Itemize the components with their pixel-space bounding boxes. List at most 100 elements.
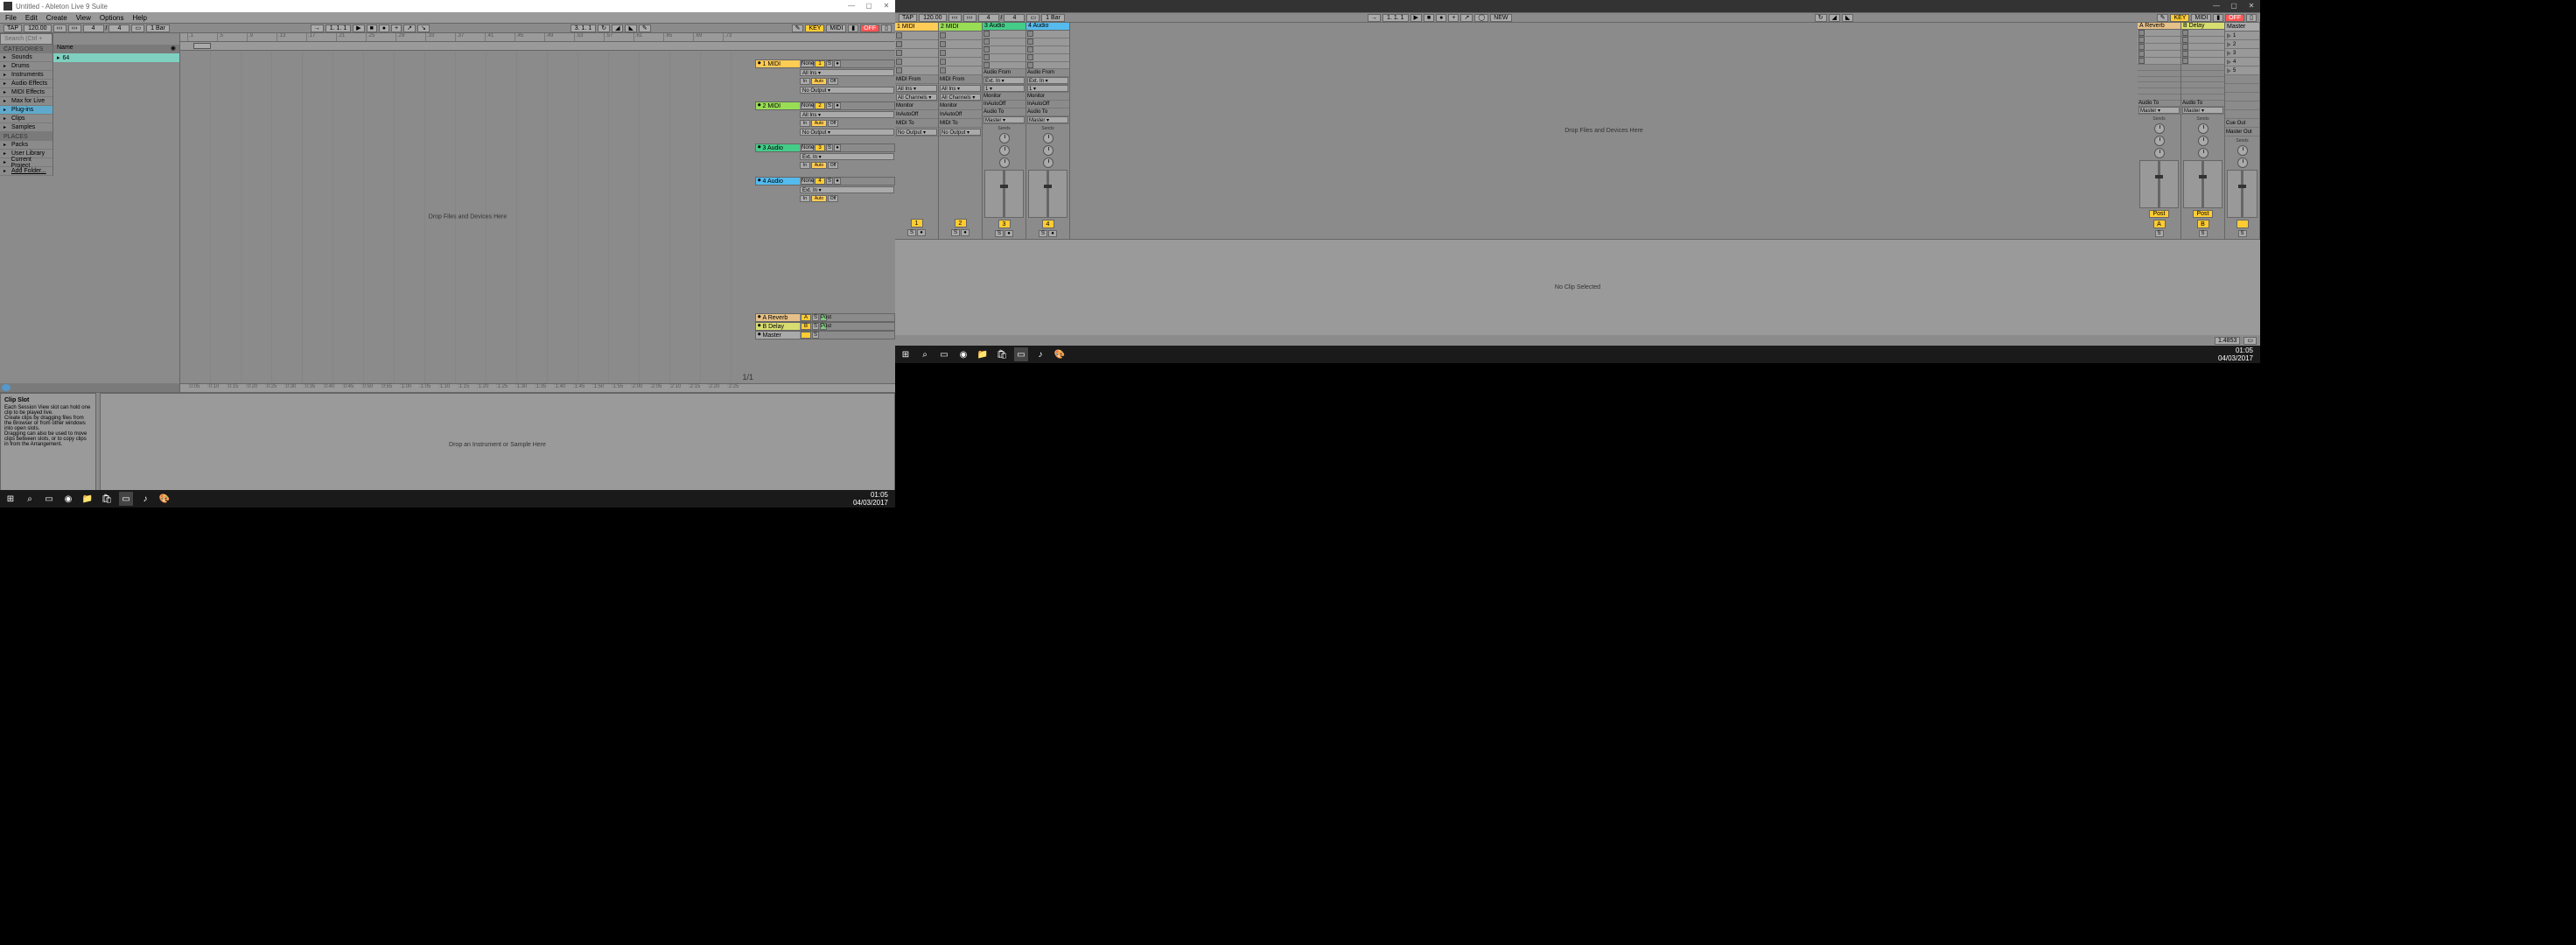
volume-fader[interactable] xyxy=(2183,160,2222,208)
solo-button[interactable]: S xyxy=(826,102,833,109)
pan-knob[interactable] xyxy=(2237,158,2248,168)
menu-view[interactable]: View xyxy=(76,14,91,22)
record-button[interactable]: ● xyxy=(1436,14,1446,22)
track-activator[interactable]: 1 xyxy=(815,60,825,67)
solo-button[interactable]: S xyxy=(826,144,833,151)
menu-help[interactable]: Help xyxy=(132,14,146,22)
info-icon[interactable] xyxy=(2,384,10,391)
ableton-icon[interactable]: ▭ xyxy=(119,492,133,506)
store-icon[interactable]: 🛍 xyxy=(995,347,1009,361)
io-dropdown[interactable]: All Channels ▾ xyxy=(940,94,981,101)
post-button[interactable]: Post xyxy=(820,323,827,330)
pan-knob[interactable] xyxy=(2198,148,2208,158)
io-dropdown[interactable]: Master ▾ xyxy=(1027,116,1068,123)
scene-slot[interactable]: 4 xyxy=(2225,58,2259,66)
clip-slot[interactable] xyxy=(939,49,982,58)
key-toggle[interactable]: KEY xyxy=(2170,14,2189,22)
arm-button[interactable]: ● xyxy=(834,144,841,151)
automation-arm[interactable]: ↗ xyxy=(1460,14,1473,22)
send-knob[interactable] xyxy=(2198,123,2208,134)
volume-fader[interactable] xyxy=(984,170,1024,218)
track-activator[interactable]: 2 xyxy=(955,219,967,228)
loop-marker[interactable] xyxy=(193,43,211,49)
track-header[interactable]: 2 MIDI xyxy=(939,23,982,32)
overdub-button[interactable]: + xyxy=(1448,14,1459,22)
clip-slot[interactable] xyxy=(939,58,982,66)
session-rec[interactable]: ◯ xyxy=(1474,14,1488,22)
io-dropdown[interactable]: All Ins ▾ xyxy=(800,111,894,118)
start-icon[interactable]: ⊞ xyxy=(4,492,18,506)
track-header[interactable]: ⏺3 Audio None ▾ 3 S ● xyxy=(755,144,895,152)
clip-slot[interactable] xyxy=(2181,58,2224,65)
engine-off[interactable]: OFF xyxy=(860,24,879,32)
track-header[interactable]: ⏺2 MIDI None ▾ 2 S ● xyxy=(755,102,895,110)
post-button[interactable]: Post xyxy=(820,314,827,321)
mon-in[interactable]: In xyxy=(800,120,810,127)
track-name[interactable]: ⏺4 Audio xyxy=(756,178,800,185)
stop-button[interactable]: ■ xyxy=(1424,14,1434,22)
menu-edit[interactable]: Edit xyxy=(25,14,38,22)
start-icon[interactable]: ⊞ xyxy=(899,347,913,361)
io-row[interactable]: Ext. In ▾ xyxy=(799,186,895,194)
send-knob-b[interactable] xyxy=(2154,136,2165,146)
cat-plug-ins[interactable]: ▸Plug-ins xyxy=(0,106,52,115)
solo-button[interactable]: S xyxy=(812,332,819,339)
metronome-button[interactable]: ▭ xyxy=(131,24,144,32)
track-activator[interactable]: 4 xyxy=(815,178,825,185)
detail-view[interactable]: Drop an Instrument or Sample Here xyxy=(100,393,895,497)
track-name[interactable]: ⏺2 MIDI xyxy=(756,102,800,109)
clip-slot[interactable] xyxy=(1026,38,1069,46)
explorer-icon[interactable]: 📁 xyxy=(80,492,94,506)
punch-out[interactable]: ◣ xyxy=(625,24,636,32)
cat-clips[interactable]: ▸Clips xyxy=(0,115,52,123)
clock[interactable]: 01:0504/03/2017 xyxy=(853,491,892,507)
app-icon-2[interactable]: ♪ xyxy=(138,492,152,506)
clip-slot[interactable] xyxy=(983,31,1026,38)
io-dropdown[interactable]: Master ▾ xyxy=(984,116,1025,123)
punch-out[interactable]: ◣ xyxy=(1842,14,1853,22)
io-dropdown[interactable]: All Ins ▾ xyxy=(800,69,894,76)
cat-max-for-live[interactable]: ▸Max for Live xyxy=(0,97,52,106)
clip-slot[interactable] xyxy=(2138,58,2180,65)
track-none[interactable]: None ▾ xyxy=(801,60,814,67)
track-name[interactable]: ⏺A Reverb xyxy=(756,314,800,321)
cat-drums[interactable]: ▸Drums xyxy=(0,62,52,71)
nudge-up[interactable]: ››› xyxy=(68,24,81,32)
pan-knob[interactable] xyxy=(2154,148,2165,158)
solo-button[interactable]: S xyxy=(826,60,833,67)
marker-lane[interactable] xyxy=(180,42,895,51)
track-header[interactable]: Master xyxy=(2225,23,2259,32)
view-toggle[interactable]: ▭ xyxy=(2244,337,2257,345)
arm-button[interactable]: ● xyxy=(1048,230,1057,237)
track-grid[interactable]: Drop Files and Devices Here xyxy=(180,51,755,383)
sig-num[interactable]: 4 xyxy=(83,24,104,32)
quantize[interactable]: 1 Bar xyxy=(146,24,170,32)
track-activator[interactable]: A xyxy=(801,314,811,321)
track-name[interactable]: ⏺B Delay xyxy=(756,323,800,330)
search-input[interactable]: Search (Ctrl + F) xyxy=(0,33,52,45)
solo-button[interactable]: S xyxy=(907,229,916,236)
clip-slot[interactable] xyxy=(983,62,1026,70)
send-knob[interactable] xyxy=(2154,123,2165,134)
io-dropdown[interactable]: All Ins ▾ xyxy=(896,85,937,92)
track-activator[interactable]: B xyxy=(801,323,811,330)
io-row[interactable]: All Ins ▾ xyxy=(799,110,895,119)
mon-in[interactable]: In xyxy=(800,78,810,85)
post-button[interactable]: Post xyxy=(2193,210,2212,218)
metronome-button[interactable]: ▭ xyxy=(1026,14,1040,22)
maximize-button[interactable]: ▢ xyxy=(2229,2,2239,10)
app-icon-3[interactable]: 🎨 xyxy=(158,492,172,506)
mon-auto[interactable]: Auto xyxy=(811,120,827,127)
clip-slot[interactable] xyxy=(939,32,982,40)
punch-in[interactable]: ◢ xyxy=(612,24,623,32)
nudge-down[interactable]: ‹‹‹ xyxy=(948,14,962,22)
send-knob-b[interactable] xyxy=(2198,136,2208,146)
track-name[interactable]: ⏺1 MIDI xyxy=(756,60,800,67)
menu-create[interactable]: Create xyxy=(46,14,67,22)
clip-slot[interactable] xyxy=(2181,30,2224,37)
track-header[interactable]: 4 Audio xyxy=(1026,23,1069,31)
mon-off[interactable]: Off xyxy=(828,162,838,169)
send-knob-b[interactable] xyxy=(999,145,1010,156)
store-icon[interactable]: 🛍 xyxy=(100,492,114,506)
minimize-button[interactable]: — xyxy=(846,2,857,10)
